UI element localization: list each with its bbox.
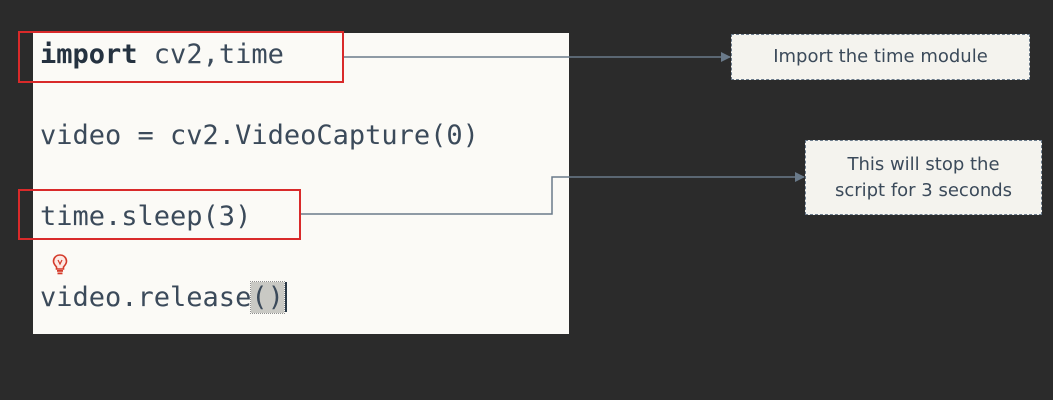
code-line-release: video.release() bbox=[40, 281, 287, 314]
matched-parens-highlight: () bbox=[250, 281, 285, 314]
release-call: video.release bbox=[40, 282, 252, 313]
sleep-highlight-box bbox=[18, 189, 301, 240]
sleep-callout: This will stop the script for 3 seconds bbox=[805, 140, 1042, 215]
code-line-capture: video = cv2.VideoCapture(0) bbox=[40, 120, 479, 151]
import-callout-text: Import the time module bbox=[773, 46, 988, 67]
lightbulb-icon[interactable] bbox=[52, 254, 68, 276]
import-highlight-box bbox=[18, 31, 344, 83]
annotated-code-slide: import cv2,time video = cv2.VideoCapture… bbox=[0, 0, 1053, 400]
text-caret bbox=[284, 282, 287, 312]
import-callout: Import the time module bbox=[731, 34, 1030, 80]
sleep-callout-line2: script for 3 seconds bbox=[834, 179, 1013, 201]
sleep-callout-line1: This will stop the bbox=[847, 153, 1000, 175]
